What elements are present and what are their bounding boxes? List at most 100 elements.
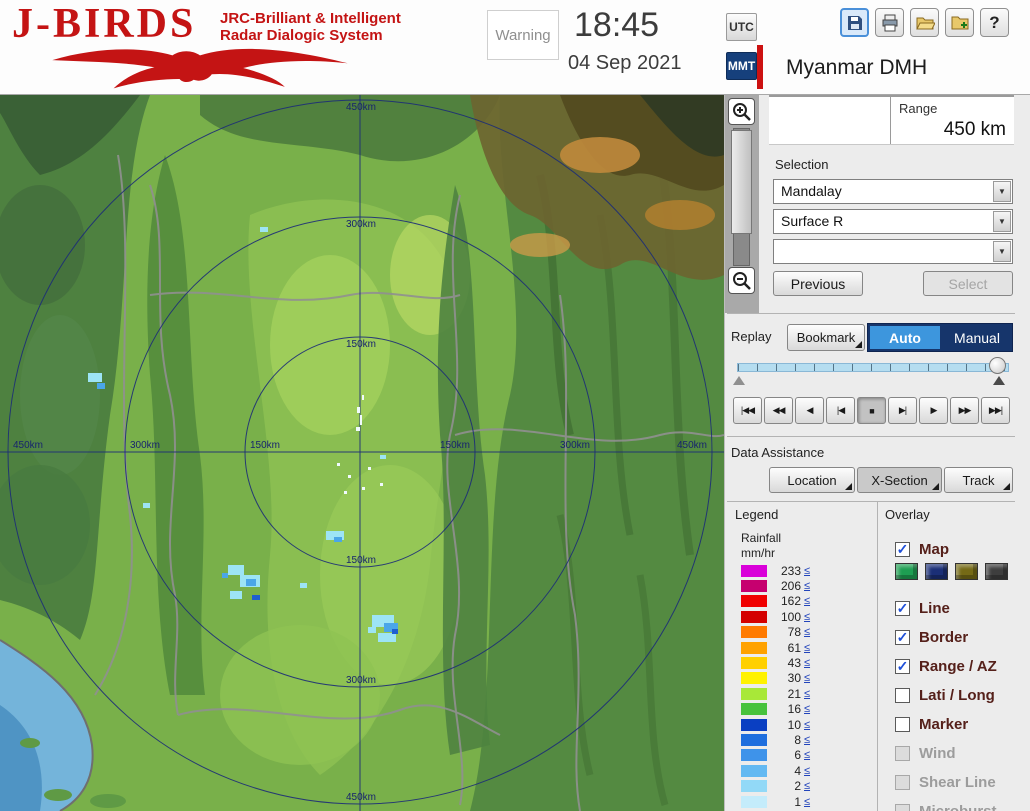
timeline-handle[interactable] <box>989 357 1006 374</box>
print-icon <box>882 14 897 31</box>
map-style-swatch[interactable] <box>985 563 1008 580</box>
legend-threshold-link[interactable]: ≤ <box>804 595 810 607</box>
product-select[interactable]: Surface R ▼ <box>773 209 1013 234</box>
location-button[interactable]: Location <box>769 467 855 493</box>
svg-text:450km: 450km <box>677 440 707 451</box>
select-button[interactable]: Select <box>923 271 1013 296</box>
legend-threshold-link[interactable]: ≤ <box>804 719 810 731</box>
chevron-down-icon[interactable]: ▼ <box>993 241 1011 262</box>
alert-indicator-bar <box>757 45 763 89</box>
legend-row: 30 ≤ <box>741 671 810 686</box>
legend-value: 206 <box>780 579 801 594</box>
open-folder-button[interactable] <box>910 8 939 37</box>
legend-value: 61 <box>787 640 801 655</box>
site-select[interactable]: Mandalay ▼ <box>773 179 1013 204</box>
legend-value: 8 <box>794 732 801 747</box>
mmt-button[interactable]: MMT <box>726 52 757 80</box>
zoom-in-button[interactable] <box>728 98 755 125</box>
legend-threshold-link[interactable]: ≤ <box>804 565 810 577</box>
legend-threshold-link[interactable]: ≤ <box>804 580 810 592</box>
save-button[interactable] <box>840 8 869 37</box>
replay-timeline-slider[interactable] <box>737 363 1009 372</box>
print-button[interactable] <box>875 8 904 37</box>
legend-row: 8 ≤ <box>741 732 810 747</box>
site-select-value: Mandalay <box>781 183 842 199</box>
open-folder-icon <box>915 17 935 29</box>
overlay-checkbox-map[interactable]: ✓ <box>895 541 910 557</box>
magnifier-plus-icon <box>732 102 751 121</box>
legend-color-swatch <box>741 764 767 777</box>
legend-threshold-link[interactable]: ≤ <box>804 611 810 623</box>
overlay-checkbox-border[interactable]: ✓ <box>895 629 910 645</box>
map-style-swatch[interactable] <box>925 563 948 580</box>
help-icon: ? <box>989 12 1000 32</box>
extra-select[interactable]: ▼ <box>773 239 1013 264</box>
overlay-label-microburst: Microburst <box>919 802 997 811</box>
playback-fast-rewind-button[interactable]: ◀◀ <box>764 397 793 424</box>
legend-threshold-link[interactable]: ≤ <box>804 749 810 761</box>
legend-threshold-link[interactable]: ≤ <box>804 703 810 715</box>
playback-step-back-button[interactable]: |◀ <box>826 397 855 424</box>
manual-mode-button[interactable]: Manual <box>942 324 1012 351</box>
overlay-checkbox-wind <box>895 745 910 761</box>
zoom-strip <box>725 95 759 313</box>
separator <box>727 313 1015 314</box>
playback-skip-start-button[interactable]: |◀◀ <box>733 397 762 424</box>
overlay-title: Overlay <box>885 507 930 522</box>
map-style-swatch[interactable] <box>955 563 978 580</box>
legend-threshold-link[interactable]: ≤ <box>804 734 810 746</box>
legend-value: 1 <box>794 794 801 809</box>
legend-row: 2 ≤ <box>741 778 810 793</box>
overlay-checkbox-marker[interactable] <box>895 716 910 732</box>
utc-button[interactable]: UTC <box>726 13 757 41</box>
bookmark-button[interactable]: Bookmark <box>787 324 865 351</box>
playback-stop-button[interactable]: ■ <box>857 397 886 424</box>
overlay-row-border: ✓ Border <box>895 628 968 646</box>
playback-play-button[interactable]: ▶ <box>919 397 948 424</box>
timeline-start-marker[interactable] <box>733 376 745 385</box>
legend-threshold-link[interactable]: ≤ <box>804 642 810 654</box>
previous-button[interactable]: Previous <box>773 271 863 296</box>
overlay-checkbox-lati-long[interactable] <box>895 687 910 703</box>
playback-step-forward-button[interactable]: ▶| <box>888 397 917 424</box>
x-section-button[interactable]: X-Section <box>857 467 942 493</box>
radar-map[interactable]: 150km 150km 150km 150km 300km 300km 300km 300km… <box>0 95 725 811</box>
clock-time: 18:45 <box>574 6 660 44</box>
eagle-logo-icon <box>52 48 348 89</box>
logo-title: J-BIRDS <box>12 1 197 47</box>
svg-text:300km: 300km <box>346 675 376 686</box>
zoom-out-button[interactable] <box>728 267 755 294</box>
track-button[interactable]: Track <box>944 467 1013 493</box>
legend-value: 78 <box>787 625 801 640</box>
add-window-button[interactable] <box>945 8 974 37</box>
legend-unit-line1: Rainfall <box>741 531 782 545</box>
chevron-down-icon[interactable]: ▼ <box>993 181 1011 202</box>
legend-row: 4 ≤ <box>741 763 810 778</box>
warning-button[interactable]: Warning <box>487 10 559 60</box>
legend-value: 6 <box>794 748 801 763</box>
legend-row: 78 ≤ <box>741 625 810 640</box>
overlay-checkbox-line[interactable]: ✓ <box>895 600 910 616</box>
legend-threshold-link[interactable]: ≤ <box>804 780 810 792</box>
legend-threshold-link[interactable]: ≤ <box>804 657 810 669</box>
playback-reverse-play-button[interactable]: ◀ <box>795 397 824 424</box>
playback-skip-end-button[interactable]: ▶▶| <box>981 397 1010 424</box>
help-button[interactable]: ? <box>980 8 1009 37</box>
legend-color-swatch <box>741 795 767 808</box>
chevron-down-icon[interactable]: ▼ <box>993 211 1011 232</box>
legend-threshold-link[interactable]: ≤ <box>804 688 810 700</box>
legend-threshold-link[interactable]: ≤ <box>804 672 810 684</box>
legend-threshold-link[interactable]: ≤ <box>804 765 810 777</box>
overlay-checkbox-range-az[interactable]: ✓ <box>895 658 910 674</box>
legend-row: 100 ≤ <box>741 609 810 624</box>
legend-threshold-link[interactable]: ≤ <box>804 796 810 808</box>
overlay-row-map: ✓ Map <box>895 540 949 558</box>
playback-fast-forward-button[interactable]: ▶▶ <box>950 397 979 424</box>
timeline-end-marker[interactable] <box>993 376 1005 385</box>
legend-threshold-link[interactable]: ≤ <box>804 626 810 638</box>
map-style-swatch[interactable] <box>895 563 918 580</box>
overlay-label-lati-long: Lati / Long <box>919 686 995 704</box>
legend-title: Legend <box>735 507 779 522</box>
auto-mode-button[interactable]: Auto <box>870 326 940 349</box>
zoom-slider-thumb[interactable] <box>731 130 752 234</box>
